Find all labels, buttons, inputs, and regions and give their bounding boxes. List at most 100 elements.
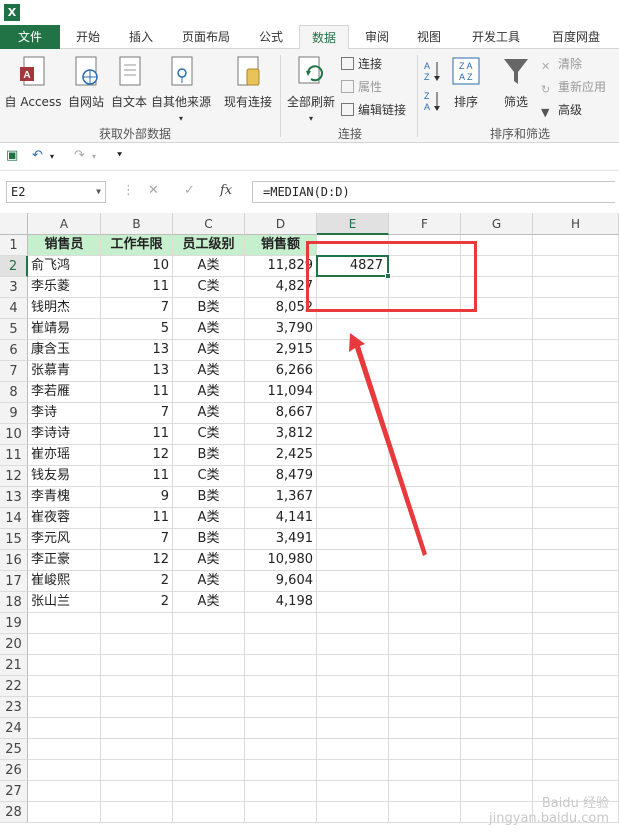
- cell-c11[interactable]: B类: [173, 445, 245, 466]
- cell-e25[interactable]: [317, 739, 389, 760]
- cell-g8[interactable]: [461, 382, 533, 403]
- cell-a6[interactable]: 康含玉: [28, 340, 101, 361]
- cell-d26[interactable]: [245, 760, 317, 781]
- cell-c26[interactable]: [173, 760, 245, 781]
- cell-d14[interactable]: 4,141: [245, 508, 317, 529]
- cell-b1[interactable]: 工作年限: [101, 235, 173, 256]
- redo-icon[interactable]: ↷: [74, 148, 85, 163]
- cell-e20[interactable]: [317, 634, 389, 655]
- cell-e21[interactable]: [317, 655, 389, 676]
- cell-g22[interactable]: [461, 676, 533, 697]
- cell-a19[interactable]: [28, 613, 101, 634]
- cell-e5[interactable]: [317, 319, 389, 340]
- cell-d23[interactable]: [245, 697, 317, 718]
- from-web-button[interactable]: 自网站: [64, 55, 108, 110]
- cell-e6[interactable]: [317, 340, 389, 361]
- cell-a17[interactable]: 崔峻熙: [28, 571, 101, 592]
- row-header-11[interactable]: 11: [0, 445, 28, 466]
- cell-a22[interactable]: [28, 676, 101, 697]
- cell-f14[interactable]: [389, 508, 461, 529]
- cell-a20[interactable]: [28, 634, 101, 655]
- cell-c24[interactable]: [173, 718, 245, 739]
- cell-b2[interactable]: 10: [101, 256, 173, 277]
- cell-f5[interactable]: [389, 319, 461, 340]
- row-header-7[interactable]: 7: [0, 361, 28, 382]
- cell-h8[interactable]: [533, 382, 619, 403]
- cell-a13[interactable]: 李青槐: [28, 487, 101, 508]
- tab-file[interactable]: 文件: [0, 25, 60, 49]
- cell-a11[interactable]: 崔亦瑶: [28, 445, 101, 466]
- cell-a2[interactable]: 俞飞鸿: [28, 256, 101, 277]
- cell-g6[interactable]: [461, 340, 533, 361]
- cell-b17[interactable]: 2: [101, 571, 173, 592]
- cell-d18[interactable]: 4,198: [245, 592, 317, 613]
- cell-c4[interactable]: B类: [173, 298, 245, 319]
- cell-h10[interactable]: [533, 424, 619, 445]
- cell-d15[interactable]: 3,491: [245, 529, 317, 550]
- cell-d25[interactable]: [245, 739, 317, 760]
- cell-g21[interactable]: [461, 655, 533, 676]
- row-header-22[interactable]: 22: [0, 676, 28, 697]
- cell-c23[interactable]: [173, 697, 245, 718]
- cell-c28[interactable]: [173, 802, 245, 823]
- cell-e18[interactable]: [317, 592, 389, 613]
- cell-g19[interactable]: [461, 613, 533, 634]
- cell-h20[interactable]: [533, 634, 619, 655]
- cell-e22[interactable]: [317, 676, 389, 697]
- cell-h3[interactable]: [533, 277, 619, 298]
- cell-a4[interactable]: 钱明杰: [28, 298, 101, 319]
- cell-b16[interactable]: 12: [101, 550, 173, 571]
- tab-view[interactable]: 视图: [404, 25, 454, 49]
- cell-f15[interactable]: [389, 529, 461, 550]
- cell-b23[interactable]: [101, 697, 173, 718]
- column-header-c[interactable]: C: [173, 213, 245, 235]
- tab-review[interactable]: 审阅: [352, 25, 402, 49]
- cell-d10[interactable]: 3,812: [245, 424, 317, 445]
- cell-f11[interactable]: [389, 445, 461, 466]
- row-header-18[interactable]: 18: [0, 592, 28, 613]
- cell-d11[interactable]: 2,425: [245, 445, 317, 466]
- advanced-button[interactable]: ▼ 高级: [541, 101, 582, 119]
- cell-e23[interactable]: [317, 697, 389, 718]
- cell-c5[interactable]: A类: [173, 319, 245, 340]
- cell-e15[interactable]: [317, 529, 389, 550]
- cell-a14[interactable]: 崔夜蓉: [28, 508, 101, 529]
- row-header-6[interactable]: 6: [0, 340, 28, 361]
- cell-f12[interactable]: [389, 466, 461, 487]
- cell-c14[interactable]: A类: [173, 508, 245, 529]
- cell-c21[interactable]: [173, 655, 245, 676]
- cell-c27[interactable]: [173, 781, 245, 802]
- row-header-9[interactable]: 9: [0, 403, 28, 424]
- cell-f25[interactable]: [389, 739, 461, 760]
- column-header-h[interactable]: H: [533, 213, 619, 235]
- tab-data[interactable]: 数据: [299, 25, 349, 50]
- redo-dropdown-icon[interactable]: ▾: [92, 152, 96, 161]
- cell-e11[interactable]: [317, 445, 389, 466]
- cell-d8[interactable]: 11,094: [245, 382, 317, 403]
- cell-c2[interactable]: A类: [173, 256, 245, 277]
- cell-b5[interactable]: 5: [101, 319, 173, 340]
- cell-e8[interactable]: [317, 382, 389, 403]
- cell-f7[interactable]: [389, 361, 461, 382]
- cell-h15[interactable]: [533, 529, 619, 550]
- cell-h25[interactable]: [533, 739, 619, 760]
- name-box-dropdown-icon[interactable]: ▼: [96, 182, 101, 202]
- row-header-28[interactable]: 28: [0, 802, 28, 823]
- cell-e28[interactable]: [317, 802, 389, 823]
- row-header-2[interactable]: 2: [0, 256, 28, 277]
- select-all-corner[interactable]: [0, 213, 28, 235]
- cell-c20[interactable]: [173, 634, 245, 655]
- cell-c22[interactable]: [173, 676, 245, 697]
- cell-b13[interactable]: 9: [101, 487, 173, 508]
- column-header-f[interactable]: F: [389, 213, 461, 235]
- formula-input[interactable]: =MEDIAN(D:D): [252, 181, 615, 203]
- cell-h13[interactable]: [533, 487, 619, 508]
- tab-home[interactable]: 开始: [62, 25, 114, 49]
- cell-h11[interactable]: [533, 445, 619, 466]
- cell-e7[interactable]: [317, 361, 389, 382]
- cell-c19[interactable]: [173, 613, 245, 634]
- cell-f16[interactable]: [389, 550, 461, 571]
- row-header-3[interactable]: 3: [0, 277, 28, 298]
- cell-f20[interactable]: [389, 634, 461, 655]
- cell-a26[interactable]: [28, 760, 101, 781]
